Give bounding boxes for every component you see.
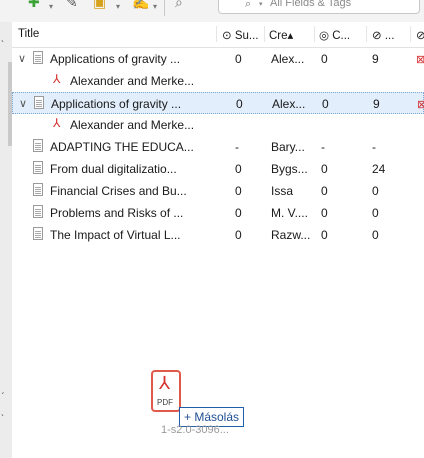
item-references: 0 — [372, 228, 379, 242]
table-row-selected[interactable]: ∨ Applications of gravity ... 0 Alex... … — [12, 92, 424, 114]
item-citations: 0 — [321, 52, 328, 66]
item-title: ADAPTING THE EDUCA... — [50, 140, 194, 154]
item-summary: 0 — [235, 228, 242, 242]
column-divider[interactable] — [366, 26, 367, 42]
document-icon — [33, 139, 43, 152]
search-input[interactable]: All Fields & Tags — [270, 0, 351, 9]
search-box[interactable]: ⌕ ▾ All Fields & Tags — [218, 0, 420, 14]
pdf-file-label: PDF — [157, 398, 173, 407]
pdf-attachment-icon[interactable]: ⊠ — [417, 98, 424, 111]
item-citations: - — [321, 140, 325, 154]
column-header-creator[interactable]: Cre▴ — [269, 28, 293, 42]
pdf-file-icon: ⅄ PDF — [151, 370, 181, 412]
item-creator: Issa — [271, 184, 294, 198]
item-citations: 0 — [321, 228, 328, 242]
item-references: 0 — [372, 206, 379, 220]
item-creator: Alex... — [271, 52, 305, 66]
column-header-title[interactable]: Title — [18, 28, 39, 40]
column-divider[interactable] — [314, 26, 315, 42]
search-icon: ⌕ — [245, 0, 252, 10]
item-summary: 0 — [236, 97, 243, 111]
table-row[interactable]: ADAPTING THE EDUCA... - Bary... - - — [12, 136, 424, 158]
item-title: The Impact of Virtual L... — [50, 228, 181, 242]
item-references: 24 — [372, 162, 386, 176]
new-item-dropdown-icon[interactable]: ▾ — [49, 2, 53, 11]
toolbar: ✚ ▾ ✎ ▣ ▾ ✍ ▾ ⌕ ⌕ ▾ All Fields & Tags — [0, 0, 424, 22]
pane-edge-mark-icon: ˏ — [1, 384, 5, 395]
item-summary: 0 — [235, 162, 242, 176]
item-summary: 0 — [235, 184, 242, 198]
column-header-summary[interactable]: ⊙ Su... — [222, 28, 258, 42]
document-icon — [33, 205, 43, 218]
item-summary: - — [235, 140, 239, 154]
locate-icon[interactable]: ⌕ — [175, 0, 183, 11]
toolbar-divider — [164, 0, 165, 16]
column-divider[interactable] — [410, 26, 411, 42]
item-citations: 0 — [321, 162, 328, 176]
item-title: Problems and Risks of ... — [50, 206, 184, 220]
document-icon — [33, 51, 43, 64]
document-icon — [33, 227, 43, 240]
item-citations: 0 — [321, 206, 328, 220]
dragged-file-name: 1-s2.0-3096... — [161, 424, 229, 436]
item-citations: 0 — [321, 184, 328, 198]
attachment-row[interactable]: ⅄ Alexander and Merke... — [12, 70, 424, 92]
add-by-identifier-icon[interactable]: ✎ — [66, 0, 78, 11]
item-creator: Razw... — [271, 228, 311, 242]
pdf-icon: ⅄ — [53, 116, 61, 130]
collections-pane-edge: ˎ ˏ ˎ — [0, 22, 12, 458]
item-creator: M. V.... — [271, 206, 308, 220]
item-references: - — [372, 140, 376, 154]
items-table-header: Title ⊙ Su... Cre▴ ◎ C... ⊘ ... ⊘ — [12, 22, 424, 48]
new-note-icon[interactable]: ✍ — [132, 0, 149, 11]
item-creator: Alex... — [272, 97, 306, 111]
document-icon — [33, 161, 43, 174]
column-header-citations[interactable]: ◎ C... — [319, 28, 350, 42]
table-row[interactable]: Financial Crises and Bu... 0 Issa 0 0 — [12, 180, 424, 202]
table-row[interactable]: From dual digitalizatio... 0 Bygs... 0 2… — [12, 158, 424, 180]
note-dropdown-icon[interactable]: ▾ — [153, 2, 157, 11]
collection-dropdown-icon[interactable]: ▾ — [116, 2, 120, 11]
pdf-icon: ⅄ — [53, 72, 61, 86]
pane-edge-mark-icon: ˎ — [1, 406, 5, 417]
item-title: Financial Crises and Bu... — [50, 184, 187, 198]
pane-collapse-icon[interactable]: ˎ — [1, 32, 4, 43]
attachment-row[interactable]: ⅄ Alexander and Merke... — [12, 114, 424, 136]
document-icon — [33, 183, 43, 196]
column-header-attachments[interactable]: ⊘ — [416, 28, 424, 42]
item-references: 9 — [373, 97, 380, 111]
column-divider[interactable] — [216, 26, 217, 42]
item-citations: 0 — [322, 97, 329, 111]
attachment-title: Alexander and Merke... — [70, 74, 195, 88]
new-collection-icon[interactable]: ▣ — [93, 0, 106, 11]
acrobat-icon: ⅄ — [159, 373, 170, 393]
item-title: Applications of gravity ... — [51, 97, 182, 111]
table-row[interactable]: ∨ Applications of gravity ... 0 Alex... … — [12, 48, 424, 70]
expand-toggle-icon[interactable]: ∨ — [18, 52, 26, 65]
search-mode-dropdown-icon[interactable]: ▾ — [259, 0, 263, 8]
new-item-icon[interactable]: ✚ — [28, 0, 40, 11]
item-references: 0 — [372, 184, 379, 198]
document-icon — [34, 96, 44, 109]
item-references: 9 — [372, 52, 379, 66]
attachment-title: Alexander and Merke... — [70, 118, 195, 132]
pdf-attachment-icon[interactable]: ⊠ — [416, 53, 424, 66]
column-header-references[interactable]: ⊘ ... — [372, 28, 394, 42]
table-row[interactable]: Problems and Risks of ... 0 M. V.... 0 0 — [12, 202, 424, 224]
expand-toggle-icon[interactable]: ∨ — [19, 97, 27, 110]
item-title: From dual digitalizatio... — [50, 162, 177, 176]
column-divider[interactable] — [264, 26, 265, 42]
item-summary: 0 — [235, 52, 242, 66]
item-title: Applications of gravity ... — [50, 52, 181, 66]
table-row[interactable]: The Impact of Virtual L... 0 Razw... 0 0 — [12, 224, 424, 246]
item-creator: Bary... — [271, 140, 305, 154]
item-summary: 0 — [235, 206, 242, 220]
item-creator: Bygs... — [271, 162, 308, 176]
